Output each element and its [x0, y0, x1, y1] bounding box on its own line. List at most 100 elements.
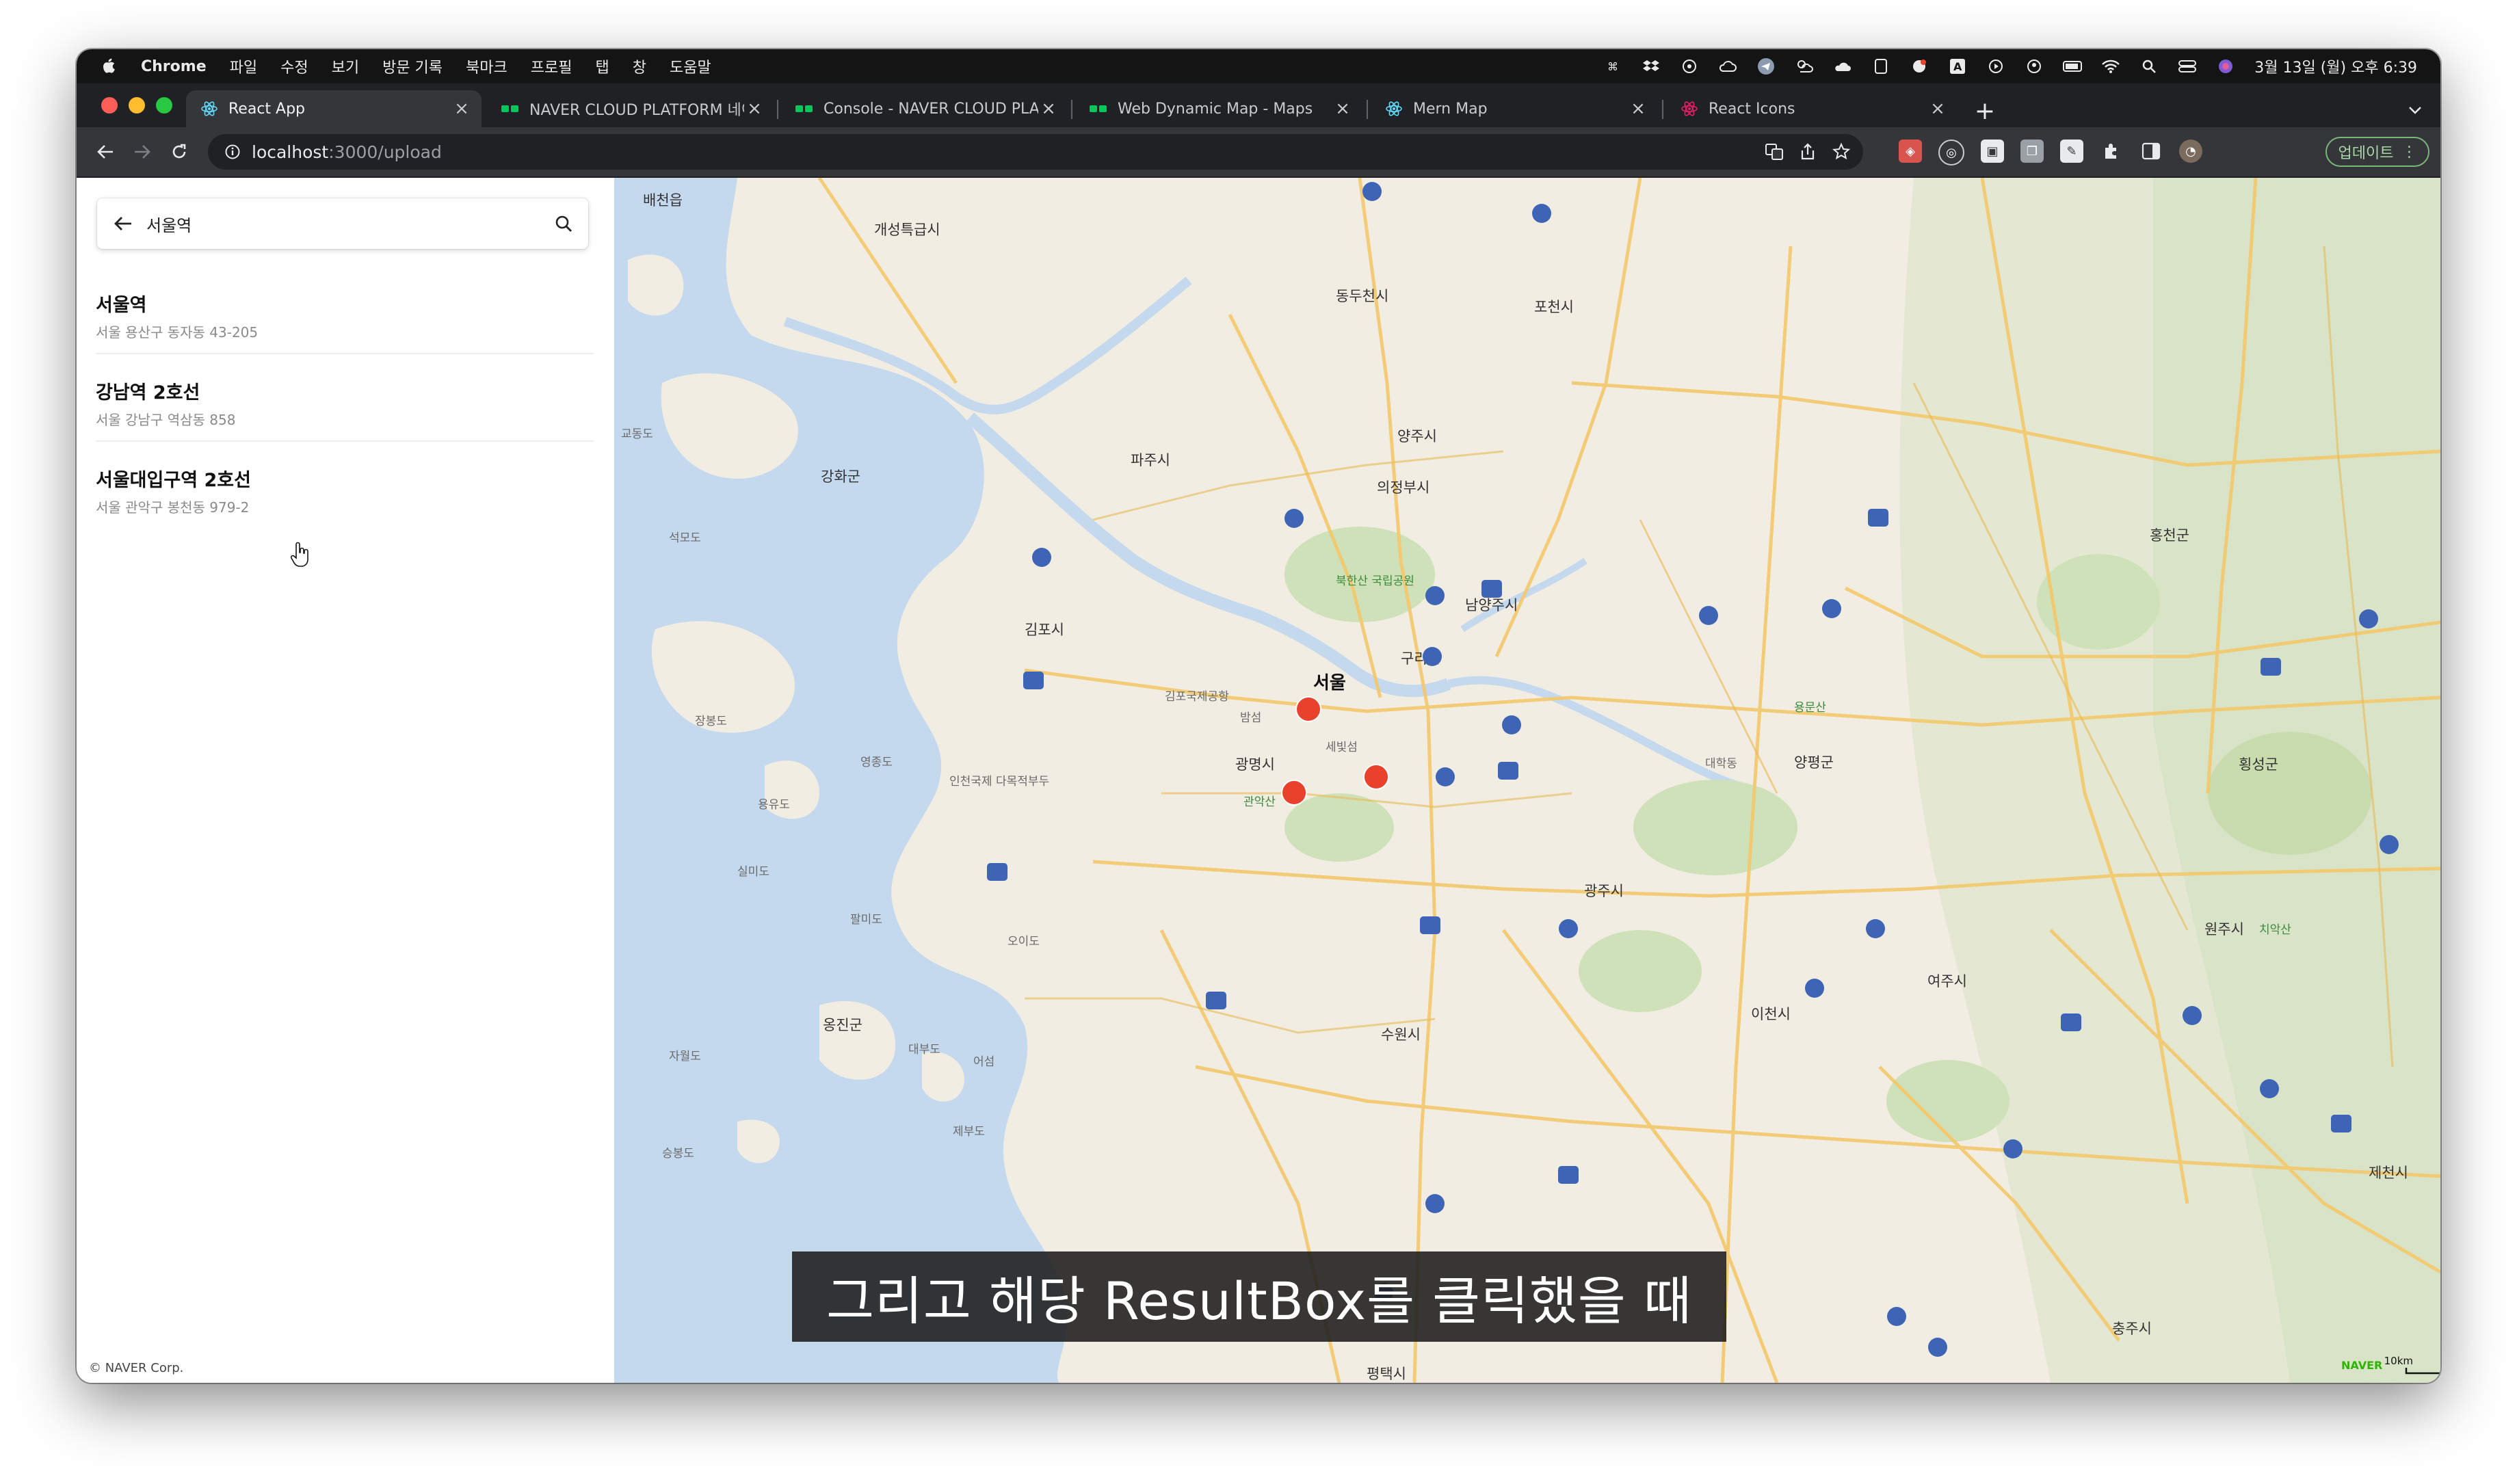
tab-close-icon[interactable]: × — [1332, 98, 1353, 119]
weather-icon[interactable] — [1795, 57, 1814, 75]
menu-file[interactable]: 파일 — [230, 55, 257, 77]
extension-square-icon[interactable]: ▣ — [1981, 140, 2004, 163]
result-address: 서울 강남구 역삼동 858 — [96, 412, 236, 428]
map-marker-snu-station[interactable] — [1281, 780, 1307, 806]
menu-profiles[interactable]: 프로필 — [531, 55, 572, 77]
tab-console-naver-cloud[interactable]: Console - NAVER CLOUD PLAT × — [781, 90, 1068, 127]
map-label: 관악산 — [1243, 795, 1276, 809]
notification-app-icon[interactable] — [1910, 57, 1929, 75]
menu-bookmarks[interactable]: 북마크 — [466, 55, 508, 77]
extension-target-icon[interactable]: ◎ — [1938, 140, 1964, 165]
bookmark-star-icon[interactable] — [1832, 142, 1851, 164]
menu-tab[interactable]: 탭 — [596, 55, 609, 77]
cloud-sync-icon[interactable] — [1718, 57, 1737, 75]
tab-close-icon[interactable]: × — [744, 98, 765, 119]
map-label: 자월도 — [669, 1050, 701, 1063]
map-label: 치악산 — [2259, 923, 2291, 937]
address-bar[interactable]: localhost:3000/upload — [208, 134, 1863, 170]
new-tab-button[interactable]: + — [1971, 97, 1999, 125]
result-name: 강남역 2호선 — [96, 382, 200, 403]
result-box[interactable]: 서울역 서울 용산구 동자동 43-205 — [96, 267, 594, 354]
menu-help[interactable]: 도움말 — [670, 55, 711, 77]
app-menu-chrome[interactable]: Chrome — [141, 58, 207, 75]
share-icon[interactable] — [1799, 142, 1817, 164]
extension-page-icon[interactable]: ✎ — [2060, 140, 2083, 163]
menubar-clock[interactable]: 3월 13일 (월) 오후 6:39 — [2254, 55, 2417, 77]
zoom-window-button[interactable] — [156, 97, 172, 114]
map-label: 대학동 — [1705, 757, 1737, 771]
macos-menu-bar: Chrome 파일 수정 보기 방문 기록 북마크 프로필 탭 창 도움말 ⌘ … — [77, 49, 2440, 83]
update-button[interactable]: 업데이트 ⋮ — [2325, 137, 2429, 167]
chatgpt-icon[interactable] — [1680, 57, 1699, 75]
tab-react-icons[interactable]: React Icons × — [1666, 90, 1958, 127]
control-center-icon[interactable] — [2178, 57, 2197, 75]
tab-close-icon[interactable]: × — [1927, 98, 1948, 119]
result-box[interactable]: 강남역 2호선 서울 강남구 역삼동 858 — [96, 354, 594, 442]
tab-close-icon[interactable]: × — [1628, 98, 1648, 119]
map-label: 팔미도 — [850, 913, 882, 927]
play-icon[interactable] — [1986, 57, 2005, 75]
tab-naver-cloud-platform[interactable]: NAVER CLOUD PLATFORM 네이 × — [487, 90, 774, 127]
translate-icon[interactable] — [1765, 142, 1784, 164]
search-input[interactable]: 서울역 — [146, 212, 550, 236]
map-label: 남양주시 — [1465, 597, 1518, 613]
tab-separator — [777, 100, 778, 119]
map-label: 대부도 — [908, 1043, 940, 1057]
forward-arrow-icon[interactable] — [130, 140, 155, 164]
tab-separator — [1071, 100, 1072, 119]
kebab-menu-icon[interactable]: ⋮ — [2401, 144, 2416, 161]
tab-separator — [1662, 100, 1663, 119]
naver-map[interactable]: 배천읍 개성특급시 동두천시 포천시 양주시 파주시 강화군 의정부시 남양주시… — [614, 178, 2440, 1383]
tab-react-app[interactable]: React App × — [186, 90, 482, 127]
naver-cloud-icon — [501, 99, 520, 118]
cloud-icon[interactable] — [1833, 57, 1852, 75]
search-icon[interactable] — [550, 210, 577, 237]
telegram-icon[interactable] — [1756, 57, 1776, 75]
result-box[interactable]: 서울대입구역 2호선 서울 관악구 봉천동 979-2 — [96, 442, 594, 529]
tab-web-dynamic-map[interactable]: Web Dynamic Map - Maps × — [1075, 90, 1362, 127]
menu-window[interactable]: 창 — [633, 55, 646, 77]
close-window-button[interactable] — [101, 97, 118, 114]
dropbox-icon[interactable] — [1642, 57, 1661, 75]
site-info-icon[interactable] — [223, 142, 242, 161]
profile-avatar[interactable]: ◔ — [2179, 140, 2202, 163]
wifi-icon[interactable] — [2101, 57, 2120, 75]
react-icon — [1384, 99, 1404, 118]
map-label: 광명시 — [1235, 756, 1275, 773]
extension-copy-icon[interactable]: ❐ — [2020, 140, 2044, 163]
user-account-icon[interactable] — [2025, 57, 2044, 75]
tab-close-icon[interactable]: × — [1038, 98, 1059, 119]
menu-edit[interactable]: 수정 — [280, 55, 308, 77]
page-viewport: 서울역 서울역 서울 용산구 동자동 43-205 강남역 2호선 서울 강남구… — [77, 178, 2440, 1383]
map-canvas[interactable]: 배천읍 개성특급시 동두천시 포천시 양주시 파주시 강화군 의정부시 남양주시… — [614, 178, 2440, 1383]
window-controls — [101, 97, 172, 114]
menu-history[interactable]: 방문 기록 — [382, 55, 443, 77]
cmd-icon[interactable]: ⌘ — [1603, 57, 1622, 75]
back-arrow-icon[interactable] — [93, 140, 118, 164]
map-label: 홍천군 — [2150, 527, 2189, 544]
back-arrow-icon[interactable] — [109, 210, 137, 237]
tab-title: React Icons — [1709, 100, 1795, 118]
battery-icon[interactable] — [2063, 57, 2083, 75]
tab-close-icon[interactable]: × — [451, 98, 472, 119]
extensions-puzzle-icon[interactable] — [2100, 140, 2123, 163]
side-panel-icon[interactable] — [2139, 140, 2163, 163]
minimize-window-button[interactable] — [129, 97, 145, 114]
url-text[interactable]: localhost:3000/upload — [252, 142, 442, 162]
map-marker-seoul-station[interactable] — [1295, 696, 1321, 722]
document-icon[interactable] — [1871, 57, 1890, 75]
tab-mern-map[interactable]: Mern Map × — [1371, 90, 1658, 127]
siri-icon[interactable] — [2216, 57, 2235, 75]
result-address: 서울 관악구 봉천동 979-2 — [96, 499, 250, 516]
spotlight-search-icon[interactable] — [2139, 57, 2159, 75]
url-host: localhost — [252, 142, 329, 162]
map-marker-gangnam-station[interactable] — [1363, 764, 1389, 790]
map-label: 제천시 — [2369, 1165, 2408, 1181]
menu-view[interactable]: 보기 — [332, 55, 359, 77]
map-label: 평택시 — [1367, 1366, 1406, 1382]
reload-icon[interactable] — [167, 140, 192, 164]
apple-menu-icon[interactable] — [100, 56, 118, 77]
tab-search-chevron-icon[interactable] — [2403, 98, 2427, 122]
input-source-icon[interactable]: A — [1948, 57, 1967, 75]
extension-red-icon[interactable]: ◈ — [1899, 140, 1922, 163]
